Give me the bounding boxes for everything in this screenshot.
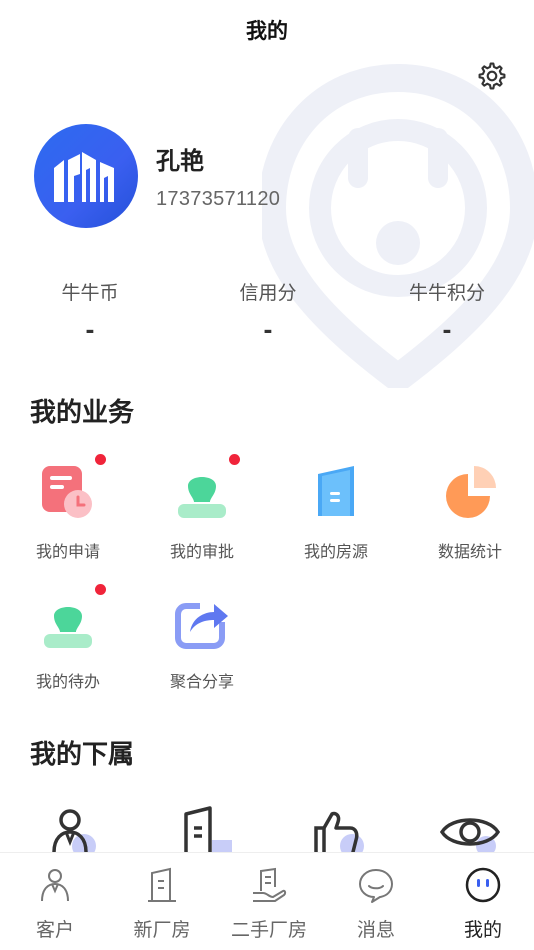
stat-value: - xyxy=(85,319,95,344)
stat-label: 牛牛积分 xyxy=(408,282,485,304)
mine-page: 我的 孔艳 17373571120 牛牛币 - 信用分 - 牛牛积分 - 我的业… xyxy=(0,0,534,950)
gear-icon xyxy=(478,62,506,90)
tab-label: 二手厂房 xyxy=(230,919,307,941)
top-bar: 我的 xyxy=(0,0,534,60)
stat-value: - xyxy=(263,319,273,344)
grid-item-aggregate-share[interactable]: 聚合分享 xyxy=(142,590,262,692)
grid-item-label: 聚合分享 xyxy=(169,672,234,691)
user-name: 孔艳 xyxy=(156,147,204,175)
grid-item-label: 数据统计 xyxy=(437,542,502,561)
grid-item-my-application[interactable]: 我的申请 xyxy=(8,454,128,562)
grid-item-label: 我的待办 xyxy=(35,672,100,691)
tab-mine[interactable]: 我的 xyxy=(433,865,533,942)
stat-niuniu-points[interactable]: 牛牛积分 - xyxy=(377,278,517,344)
application-icon xyxy=(42,466,92,518)
eye-icon xyxy=(439,818,501,852)
share-icon xyxy=(175,600,228,649)
user-phone: 17373571120 xyxy=(156,188,281,210)
grid-item-my-todo[interactable]: 我的待办 xyxy=(8,584,128,692)
stats-row: 牛牛币 - 信用分 - 牛牛积分 - xyxy=(0,278,534,348)
grid-item-label: 我的申请 xyxy=(35,542,100,561)
stat-niuniu-coin[interactable]: 牛牛币 - xyxy=(20,278,160,344)
subordinate-customer[interactable] xyxy=(36,800,108,852)
pie-chart-icon xyxy=(446,466,496,518)
new-factory-icon xyxy=(148,867,176,902)
subordinate-views[interactable] xyxy=(436,800,508,852)
grid-item-data-stats[interactable]: 数据统计 xyxy=(410,460,530,562)
stat-label: 信用分 xyxy=(239,282,297,304)
customer-icon xyxy=(41,869,69,902)
person-icon xyxy=(52,809,96,852)
listing-icon xyxy=(318,466,354,516)
approval-icon xyxy=(178,477,226,518)
profile-info: 孔艳 17373571120 xyxy=(156,141,280,211)
grid-item-my-approval[interactable]: 我的审批 xyxy=(142,454,262,562)
avatar[interactable] xyxy=(34,124,138,228)
page-title: 我的 xyxy=(246,19,288,43)
message-icon xyxy=(359,869,393,903)
subordinates-section-title: 我的下属 xyxy=(30,740,135,770)
business-section-title: 我的业务 xyxy=(30,398,135,428)
grid-item-my-listings[interactable]: 我的房源 xyxy=(276,460,396,562)
todo-icon xyxy=(44,607,92,648)
settings-button[interactable] xyxy=(474,58,510,94)
company-logo-icon xyxy=(54,152,114,202)
used-factory-icon xyxy=(253,867,287,902)
grid-item-label: 我的房源 xyxy=(303,542,368,561)
tab-customer[interactable]: 客户 xyxy=(5,865,105,942)
mine-icon xyxy=(465,867,501,903)
notification-dot xyxy=(229,454,240,465)
profile-card[interactable]: 孔艳 17373571120 xyxy=(34,124,280,228)
stat-credit-score[interactable]: 信用分 - xyxy=(198,278,338,344)
tab-used-factory[interactable]: 二手厂房 xyxy=(219,865,319,942)
tab-label: 消息 xyxy=(356,919,395,941)
tab-label: 我的 xyxy=(463,919,502,941)
notification-dot xyxy=(95,584,106,595)
building-icon xyxy=(184,806,232,852)
notification-dot xyxy=(95,454,106,465)
thumbs-up-icon xyxy=(314,811,364,852)
tab-messages[interactable]: 消息 xyxy=(326,865,426,942)
bottom-tab-bar: 客户 新厂房 二手厂房 消息 我的 xyxy=(0,852,534,950)
grid-item-label: 我的审批 xyxy=(169,542,234,561)
tab-new-factory[interactable]: 新厂房 xyxy=(112,865,212,942)
subordinate-new-factory[interactable] xyxy=(168,800,240,852)
stat-label: 牛牛币 xyxy=(61,282,119,304)
tab-label: 客户 xyxy=(35,919,74,941)
stat-value: - xyxy=(442,319,452,344)
subordinate-likes[interactable] xyxy=(302,800,374,852)
tab-label: 新厂房 xyxy=(133,919,191,941)
